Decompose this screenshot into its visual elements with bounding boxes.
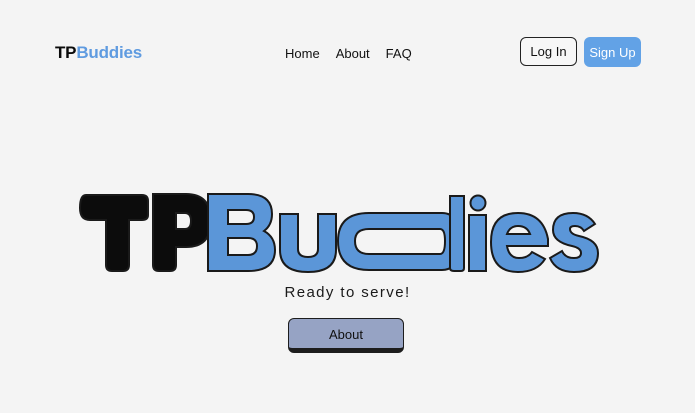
hero-logo [76, 186, 606, 276]
logo-letter-s [548, 211, 600, 274]
login-button[interactable]: Log In [520, 37, 577, 66]
nav-faq-link[interactable]: FAQ [386, 45, 412, 63]
logo-letter-b [207, 193, 277, 272]
logo-letter-u [279, 213, 337, 274]
nav-home-link[interactable]: Home [285, 45, 320, 63]
nav-about-link[interactable]: About [336, 45, 370, 63]
logo-letter-i-stem [468, 214, 487, 272]
brand-logo-buddies: Buddies [76, 43, 142, 62]
brand-logo-tp: TP [55, 43, 77, 62]
hero-tagline: Ready to serve! [284, 284, 411, 301]
hero-about-button[interactable]: About [288, 318, 404, 353]
logo-letter-i-dot [469, 194, 487, 212]
logo-letter-e [489, 211, 549, 274]
brand-logo[interactable]: TPBuddies [55, 42, 142, 64]
hero-logo-graphic [78, 193, 600, 274]
logo-letter-t [78, 194, 149, 272]
logo-letter-d-capsule [336, 212, 462, 271]
main-nav: Home About FAQ [285, 45, 412, 63]
logo-letter-d-stem [449, 195, 465, 272]
signup-button[interactable]: Sign Up [584, 37, 641, 67]
logo-letter-p [152, 193, 213, 272]
